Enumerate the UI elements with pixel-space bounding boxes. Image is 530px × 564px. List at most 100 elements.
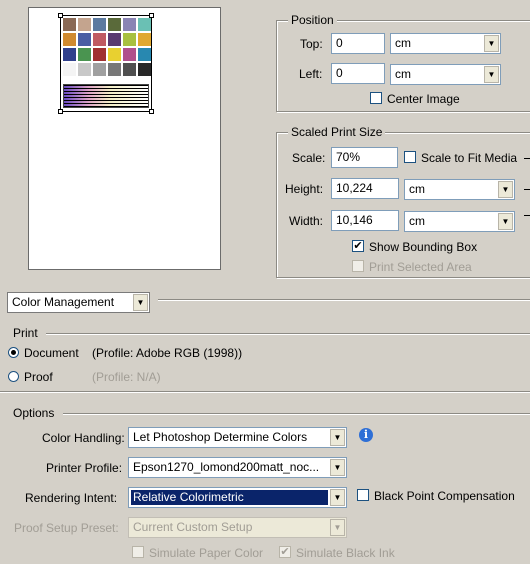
width-input[interactable]: 10,146 bbox=[331, 210, 399, 231]
color-swatch bbox=[63, 33, 76, 46]
color-swatch bbox=[63, 63, 76, 76]
color-swatch bbox=[138, 33, 151, 46]
divider bbox=[63, 413, 530, 415]
preview-image[interactable] bbox=[58, 13, 154, 114]
scale-label: Scale: bbox=[292, 151, 326, 165]
left-label: Left: bbox=[299, 67, 323, 81]
color-swatch bbox=[78, 33, 91, 46]
color-swatch bbox=[138, 48, 151, 61]
printer-profile-label: Printer Profile: bbox=[46, 461, 123, 475]
color-swatch bbox=[93, 18, 106, 31]
section-select[interactable]: Color Management ▼ bbox=[7, 292, 150, 313]
width-label: Width: bbox=[289, 214, 324, 228]
scale-input[interactable]: 70% bbox=[331, 147, 398, 168]
proof-profile: (Profile: N/A) bbox=[92, 370, 161, 384]
print-preview-frame bbox=[28, 7, 221, 270]
left-unit-select[interactable]: cm ▼ bbox=[390, 64, 501, 85]
color-swatch bbox=[93, 33, 106, 46]
width-unit-select[interactable]: cm ▼ bbox=[404, 211, 515, 232]
document-radio[interactable] bbox=[8, 347, 19, 358]
color-swatch bbox=[138, 18, 151, 31]
black-point-compensation-checkbox[interactable] bbox=[357, 489, 369, 501]
divider bbox=[46, 333, 530, 335]
left-unit-value: cm bbox=[395, 67, 411, 81]
document-label[interactable]: Document bbox=[24, 346, 79, 360]
rendering-intent-label: Rendering Intent: bbox=[25, 491, 118, 505]
color-swatch bbox=[108, 48, 121, 61]
color-swatch bbox=[78, 48, 91, 61]
proof-setup-preset-label: Proof Setup Preset: bbox=[14, 521, 119, 535]
chevron-down-icon[interactable]: ▼ bbox=[330, 489, 345, 506]
center-image-label[interactable]: Center Image bbox=[387, 92, 460, 106]
color-swatch bbox=[78, 18, 91, 31]
link-bracket-mark bbox=[524, 189, 530, 190]
printer-profile-value: Epson1270_lomond200matt_noc... bbox=[133, 460, 320, 474]
color-swatch bbox=[138, 63, 151, 76]
link-bracket-mark bbox=[524, 158, 530, 159]
top-unit-select[interactable]: cm ▼ bbox=[390, 33, 501, 54]
simulate-paper-color-checkbox bbox=[132, 546, 144, 558]
height-unit-value: cm bbox=[409, 182, 425, 196]
chevron-down-icon[interactable]: ▼ bbox=[330, 429, 345, 446]
print-selected-area-checkbox bbox=[352, 260, 364, 272]
chevron-down-icon[interactable]: ▼ bbox=[484, 66, 499, 83]
proof-label[interactable]: Proof bbox=[24, 370, 53, 384]
chevron-down-icon[interactable]: ▼ bbox=[484, 35, 499, 52]
top-input[interactable]: 0 bbox=[331, 33, 385, 54]
color-handling-label: Color Handling: bbox=[42, 431, 125, 445]
simulate-black-ink-checkbox: ✔ bbox=[279, 546, 291, 558]
chevron-down-icon[interactable]: ▼ bbox=[330, 459, 345, 476]
show-bounding-box-label[interactable]: Show Bounding Box bbox=[369, 240, 477, 254]
color-handling-select[interactable]: Let Photoshop Determine Colors ▼ bbox=[128, 427, 347, 448]
show-bounding-box-checkbox[interactable]: ✔ bbox=[352, 240, 364, 252]
resize-handle-tr[interactable] bbox=[149, 13, 154, 18]
proof-radio[interactable] bbox=[8, 371, 19, 382]
rendering-intent-value: Relative Colorimetric bbox=[131, 490, 328, 505]
color-swatch bbox=[63, 18, 76, 31]
center-image-checkbox[interactable] bbox=[370, 92, 382, 104]
section-select-value: Color Management bbox=[12, 295, 115, 309]
simulate-black-ink-label: Simulate Black Ink bbox=[296, 546, 395, 560]
link-bracket-mark bbox=[524, 215, 530, 216]
divider bbox=[0, 391, 530, 393]
rendering-intent-select[interactable]: Relative Colorimetric ▼ bbox=[128, 487, 347, 508]
resize-handle-br[interactable] bbox=[149, 109, 154, 114]
resize-handle-bl[interactable] bbox=[58, 109, 63, 114]
scale-to-fit-checkbox[interactable] bbox=[404, 151, 416, 163]
options-title: Options bbox=[13, 406, 55, 420]
left-input[interactable]: 0 bbox=[331, 63, 385, 84]
color-swatch bbox=[63, 48, 76, 61]
color-swatch bbox=[78, 63, 91, 76]
top-label: Top: bbox=[300, 37, 323, 51]
chevron-down-icon[interactable]: ▼ bbox=[498, 213, 513, 230]
height-input[interactable]: 10,224 bbox=[331, 178, 399, 199]
print-selected-area-label: Print Selected Area bbox=[369, 260, 472, 274]
color-swatch bbox=[108, 33, 121, 46]
proof-setup-preset-select: Current Custom Setup ▼ bbox=[128, 517, 347, 538]
color-swatch bbox=[123, 33, 136, 46]
color-swatch bbox=[123, 18, 136, 31]
divider bbox=[158, 299, 530, 301]
chevron-down-icon[interactable]: ▼ bbox=[133, 294, 148, 311]
width-unit-value: cm bbox=[409, 214, 425, 228]
color-swatch bbox=[93, 48, 106, 61]
resize-handle-tl[interactable] bbox=[58, 13, 63, 18]
color-swatch bbox=[123, 48, 136, 61]
printer-profile-select[interactable]: Epson1270_lomond200matt_noc... ▼ bbox=[128, 457, 347, 478]
color-checker-swatches bbox=[63, 18, 151, 76]
simulate-paper-color-label: Simulate Paper Color bbox=[149, 546, 264, 560]
height-label: Height: bbox=[285, 182, 324, 196]
position-title: Position bbox=[288, 13, 337, 27]
scale-to-fit-label[interactable]: Scale to Fit Media bbox=[421, 151, 517, 165]
scaled-print-size-title: Scaled Print Size bbox=[288, 125, 386, 139]
black-point-compensation-label[interactable]: Black Point Compensation bbox=[374, 489, 515, 503]
chevron-down-icon: ▼ bbox=[330, 519, 345, 536]
color-swatch bbox=[108, 63, 121, 76]
info-icon[interactable]: i bbox=[359, 428, 373, 442]
proof-setup-preset-value: Current Custom Setup bbox=[133, 520, 253, 534]
chevron-down-icon[interactable]: ▼ bbox=[498, 181, 513, 198]
print-title: Print bbox=[13, 326, 38, 340]
gradient-strip bbox=[63, 84, 149, 108]
color-swatch bbox=[93, 63, 106, 76]
height-unit-select[interactable]: cm ▼ bbox=[404, 179, 515, 200]
